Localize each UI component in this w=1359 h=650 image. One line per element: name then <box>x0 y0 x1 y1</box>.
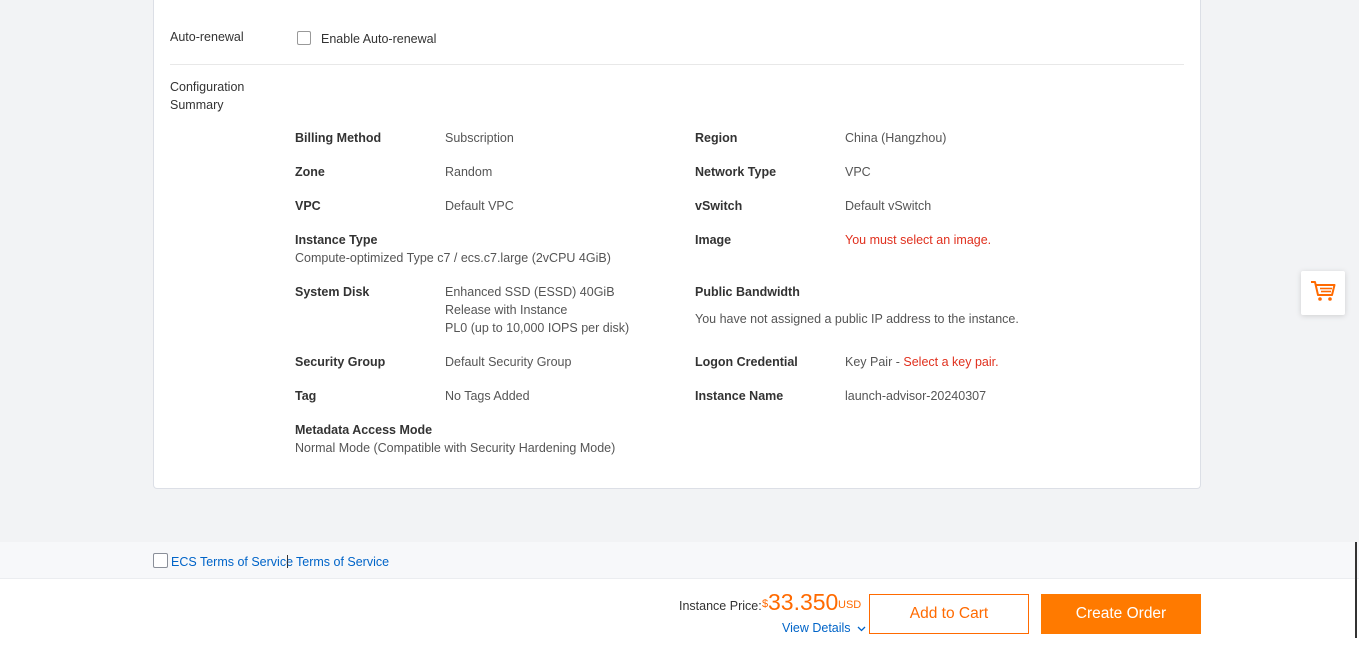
instance-type-value: Compute-optimized Type c7 / ecs.c7.large… <box>295 251 611 265</box>
public-bandwidth-value: You have not assigned a public IP addres… <box>695 312 1019 326</box>
shopping-cart-icon <box>1310 280 1336 307</box>
system-disk-release: Release with Instance <box>445 303 568 317</box>
instance-price-label: Instance Price: <box>679 599 762 613</box>
terms-of-service-link[interactable]: Terms of Service <box>296 555 389 569</box>
tag-value: No Tags Added <box>445 389 530 403</box>
logon-credential-value: Key Pair - Select a key pair. <box>845 353 999 371</box>
logon-credential-prefix: Key Pair - <box>845 355 900 369</box>
billing-method-value: Subscription <box>445 131 514 145</box>
instance-price-value: 33.350 <box>768 589 839 615</box>
auto-renewal-checkbox[interactable] <box>297 31 311 45</box>
public-bandwidth-label: Public Bandwidth <box>695 285 800 299</box>
chevron-down-icon <box>857 624 866 635</box>
region-value: China (Hangzhou) <box>845 131 947 145</box>
view-details-label: View Details <box>782 621 851 635</box>
tag-label: Tag <box>295 389 317 403</box>
floating-cart-button[interactable] <box>1301 271 1345 315</box>
instance-name-value: launch-advisor-20240307 <box>845 389 987 403</box>
vpc-label: VPC <box>295 199 321 213</box>
view-details-link[interactable]: View Details <box>782 621 866 635</box>
order-summary-card: Auto-renewal Enable Auto-renewal Configu… <box>153 0 1201 489</box>
instance-type-label: Instance Type <box>295 233 378 247</box>
terms-row: ECS Terms of Service Terms of Service <box>0 542 1359 579</box>
image-label: Image <box>695 233 732 247</box>
price-unit: USD <box>838 599 862 611</box>
vswitch-value: Default vSwitch <box>845 199 932 213</box>
system-disk-size: Enhanced SSD (ESSD) 40GiB <box>445 285 615 299</box>
vswitch-label: vSwitch <box>695 199 743 213</box>
terms-agreement-checkbox[interactable] <box>153 553 168 568</box>
select-key-pair-link[interactable]: Select a key pair. <box>903 355 998 369</box>
image-error-text: You must select an image. <box>845 233 992 247</box>
divider <box>170 64 1184 65</box>
vpc-value: Default VPC <box>445 199 514 213</box>
metadata-access-mode-value: Normal Mode (Compatible with Security Ha… <box>295 441 616 455</box>
configuration-summary-title: Configuration Summary <box>170 80 245 112</box>
network-type-label: Network Type <box>695 165 777 179</box>
metadata-access-mode-label: Metadata Access Mode <box>295 423 433 437</box>
zone-label: Zone <box>295 165 325 179</box>
add-to-cart-button[interactable]: Add to Cart <box>869 594 1029 634</box>
order-footer-bar: ECS Terms of Service Terms of Service In… <box>0 542 1359 650</box>
scrollbar-edge <box>1355 542 1357 638</box>
security-group-label: Security Group <box>295 355 386 369</box>
security-group-value: Default Security Group <box>445 355 572 369</box>
terms-separator <box>287 555 288 568</box>
system-disk-performance: PL0 (up to 10,000 IOPS per disk) <box>445 321 630 335</box>
billing-method-label: Billing Method <box>295 131 382 145</box>
system-disk-label: System Disk <box>295 285 370 299</box>
create-order-button[interactable]: Create Order <box>1041 594 1201 634</box>
network-type-value: VPC <box>845 165 871 179</box>
zone-value: Random <box>445 165 493 179</box>
auto-renewal-label: Auto-renewal <box>170 30 244 44</box>
region-label: Region <box>695 131 738 145</box>
instance-name-label: Instance Name <box>695 389 784 403</box>
auto-renewal-checkbox-text[interactable]: Enable Auto-renewal <box>321 32 436 46</box>
logon-credential-label: Logon Credential <box>695 355 798 369</box>
ecs-terms-of-service-link[interactable]: ECS Terms of Service <box>171 555 293 569</box>
